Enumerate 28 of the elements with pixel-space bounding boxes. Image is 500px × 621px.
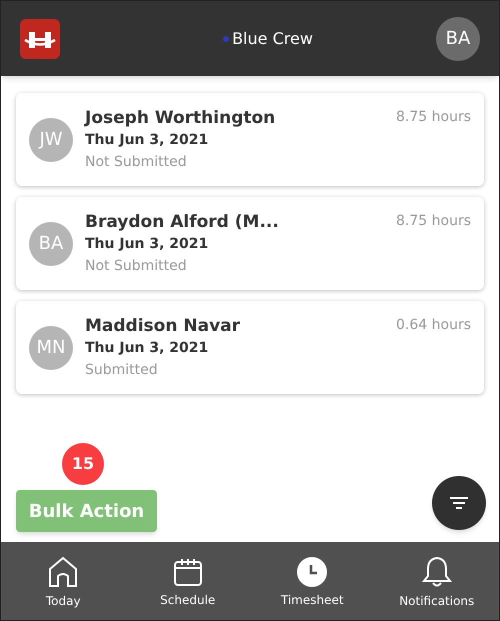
count-badge: 15 xyxy=(62,443,104,485)
logo-icon[interactable] xyxy=(20,18,60,58)
timesheet-card[interactable]: BA Braydon Alford (M... Thu Jun 3, 2021 Not Submitted 8.75 hours xyxy=(16,197,484,290)
filter-button[interactable] xyxy=(432,476,486,530)
timesheet-date: Thu Jun 3, 2021 xyxy=(85,234,210,254)
timesheet-date: Thu Jun 3, 2021 xyxy=(85,130,210,150)
filter-icon xyxy=(449,496,469,510)
submission-status: Not Submitted xyxy=(85,152,188,172)
nav-tab[interactable]: Timesheet xyxy=(250,542,374,620)
timesheet-card[interactable]: MN Maddison Navar Thu Jun 3, 2021 Submitted 0.64 hours xyxy=(16,301,484,394)
user-avatar[interactable]: BA xyxy=(436,16,480,60)
timesheet-card[interactable]: JW Joseph Worthington Thu Jun 3, 2021 Not Submitted 8.75 hours xyxy=(16,93,484,186)
submission-status: Not Submitted xyxy=(85,256,188,276)
hours-total: 8.75 hours xyxy=(396,212,471,231)
employee-name: Maddison Navar xyxy=(85,314,242,336)
nav-tab[interactable]: Today xyxy=(1,542,126,620)
hours-total: 8.75 hours xyxy=(396,108,471,127)
nav-tab[interactable]: Schedule xyxy=(126,542,250,620)
timesheet-date: Thu Jun 3, 2021 xyxy=(85,338,210,358)
employee-avatar: MN xyxy=(29,326,73,370)
employee-avatar: JW xyxy=(29,118,73,162)
crew-name[interactable]: Blue Crew xyxy=(232,26,313,50)
employee-name: Joseph Worthington xyxy=(85,106,276,128)
hours-total: 0.64 hours xyxy=(396,316,471,335)
submission-status: Submitted xyxy=(85,360,159,380)
employee-avatar: BA xyxy=(29,222,73,266)
employee-name: Braydon Alford (M... xyxy=(85,210,280,232)
nav-tab[interactable]: Notifications xyxy=(374,542,499,620)
